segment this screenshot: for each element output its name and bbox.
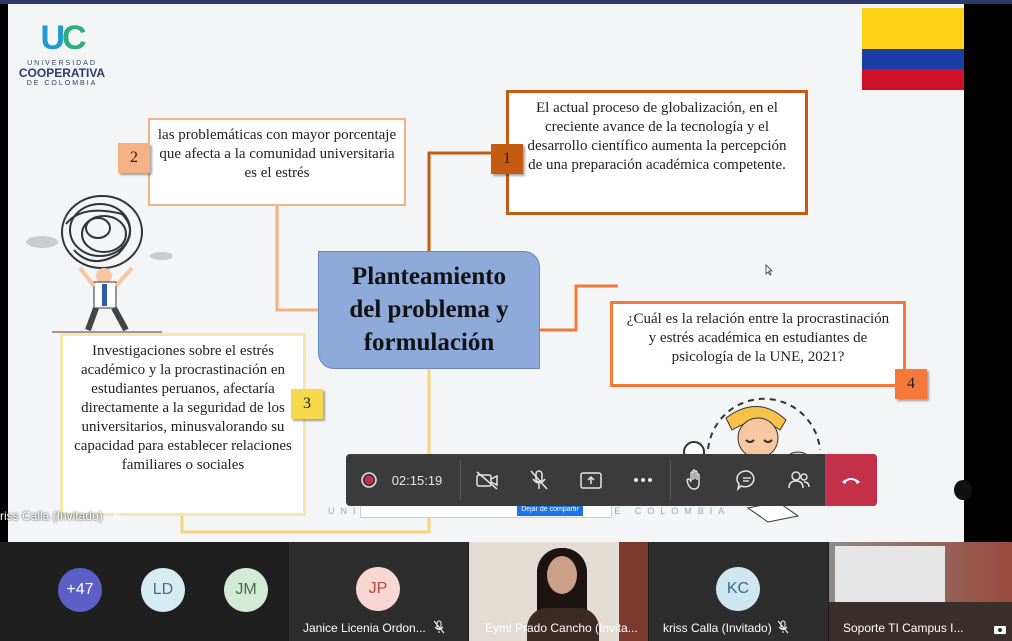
- participant-tile[interactable]: KC kriss Calla (Invitado): [649, 542, 828, 641]
- participant-name: Eymi Prado Cancho (Invita...: [485, 621, 638, 635]
- box-1: El actual proceso de globalización, en e…: [506, 90, 808, 215]
- more-icon: [634, 478, 652, 482]
- box-4: ¿Cuál es la relación entre la procrastin…: [610, 301, 906, 387]
- mic-toggle-button[interactable]: [522, 454, 556, 506]
- participants-button[interactable]: [782, 454, 816, 506]
- center-title-line-2: del problema y: [349, 296, 509, 323]
- mic-muted-icon: [777, 620, 789, 634]
- participant-name: Soporte TI Campus I...: [843, 621, 964, 635]
- recording-indicator: [356, 454, 382, 506]
- overflow-count-badge[interactable]: +47: [58, 568, 102, 612]
- participant-name: kriss Calla (Invitado): [663, 621, 772, 635]
- box-3-number: 3: [291, 389, 323, 419]
- presenter-name-overlay: kriss Calla (Invitado): [0, 508, 123, 524]
- stress-illustration: [26, 195, 172, 333]
- center-title-box: Planteamiento del problema y formulación: [318, 251, 540, 369]
- chat-icon: [736, 470, 755, 491]
- record-icon: [361, 472, 377, 488]
- chat-button[interactable]: [730, 454, 764, 506]
- box-3: Investigaciones sobre el estrés académic…: [60, 333, 306, 516]
- more-actions-button[interactable]: [626, 454, 660, 506]
- center-title-line-3: formulación: [363, 329, 495, 356]
- raise-hand-button[interactable]: [678, 454, 712, 506]
- share-screen-button[interactable]: [574, 454, 608, 506]
- box-1-number: 1: [491, 144, 523, 174]
- participant-tile[interactable]: LD: [125, 542, 202, 641]
- share-tray-icon: [580, 472, 602, 489]
- participant-gallery: +47 LD JM JP Janice Licenia Ordon... Eym…: [0, 542, 1012, 641]
- participant-video-tile[interactable]: Soporte TI Campus I...: [829, 542, 1012, 641]
- mic-muted-icon: [111, 509, 123, 523]
- avatar: JM: [224, 568, 268, 612]
- video-person-face: [547, 556, 577, 594]
- participant-tile[interactable]: JP Janice Licenia Ordon...: [289, 542, 468, 641]
- leave-call-button[interactable]: [825, 454, 877, 506]
- box-4-text: ¿Cuál es la relación entre la procrastin…: [626, 311, 890, 365]
- phone-hangup-icon: [842, 478, 860, 484]
- participant-name: Janice Licenia Ordon...: [303, 621, 426, 635]
- box-2-text: las problemáticas con mayor porcentaje q…: [157, 127, 397, 181]
- avatar: KC: [716, 567, 760, 611]
- box-2: las problemáticas con mayor porcentaje q…: [148, 118, 406, 206]
- avatar: JP: [356, 567, 400, 611]
- side-panel-toggle[interactable]: [954, 480, 972, 500]
- mouse-cursor-icon: [765, 264, 773, 276]
- avatar: LD: [141, 568, 185, 612]
- camera-toggle-button[interactable]: [470, 454, 504, 506]
- camera-icon: [994, 626, 1006, 634]
- mic-off-icon: [530, 470, 548, 490]
- mic-muted-icon: [433, 620, 445, 634]
- presenter-name: kriss Calla (Invitado): [0, 509, 103, 523]
- overflow-participants-tile[interactable]: +47: [0, 542, 125, 641]
- center-title-line-1: Planteamiento: [351, 263, 507, 290]
- camera-off-icon: [476, 471, 498, 490]
- meeting-timer: 02:15:19: [391, 472, 443, 488]
- box-3-text: Investigaciones sobre el estrés académic…: [74, 343, 292, 473]
- participant-tile[interactable]: JM: [202, 542, 288, 641]
- box-2-number: 2: [118, 143, 150, 173]
- people-icon: [788, 471, 810, 489]
- box-1-text: El actual proceso de globalización, en e…: [527, 100, 787, 173]
- video-banner: [835, 546, 945, 606]
- meeting-controls-toolbar: 02:15:19: [346, 454, 877, 506]
- hand-icon: [686, 469, 700, 490]
- participant-video-tile[interactable]: Eymi Prado Cancho (Invita...: [469, 542, 648, 641]
- box-4-number: 4: [895, 369, 927, 399]
